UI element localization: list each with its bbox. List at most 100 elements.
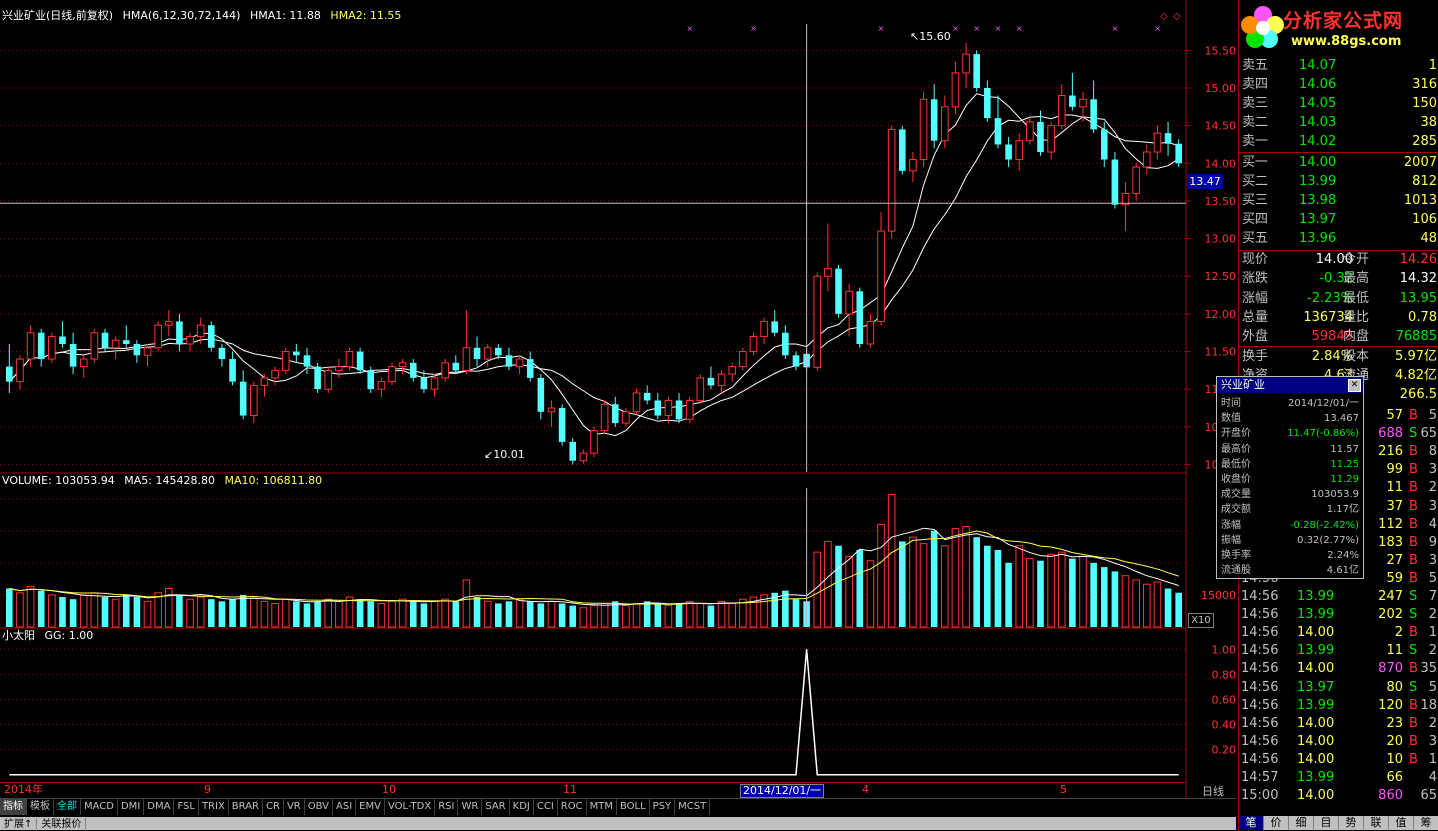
quote-panel-tab[interactable]: 目: [1314, 816, 1339, 830]
volume-bar: [919, 543, 928, 628]
level-volume: 48: [1420, 231, 1437, 246]
candle-body: [792, 355, 800, 367]
logo-url: www.88gs.com: [1291, 34, 1402, 49]
order-book-row[interactable]: 卖一 14.02 285: [1239, 133, 1438, 151]
signal-marker: ×: [1016, 24, 1023, 33]
indicator-tab[interactable]: CR: [263, 799, 284, 815]
order-book-row[interactable]: 买一 14.00 2007: [1239, 154, 1438, 172]
indicator-tab[interactable]: 全部: [54, 799, 81, 815]
candle-body: [271, 369, 279, 379]
tick-count: 3: [1428, 462, 1437, 478]
bottom-tab[interactable]: 扩展↑: [0, 818, 38, 831]
diamond-icon[interactable]: ◇: [1160, 11, 1168, 22]
order-book-row[interactable]: 买二 13.99 812: [1239, 173, 1438, 191]
candle-body: [356, 351, 364, 371]
level-price: 14.06: [1299, 77, 1337, 92]
price-tick-label: 13.50: [1205, 195, 1237, 208]
popup-title-bar[interactable]: 兴业矿业 ✕: [1217, 377, 1363, 393]
indicator-tab[interactable]: CCI: [534, 799, 558, 815]
tick-volume: 870: [1378, 661, 1403, 677]
indicator-tab[interactable]: KDJ: [510, 799, 534, 815]
crosshair-price-tag: 13.47: [1187, 174, 1223, 189]
indicator-tab[interactable]: EMV: [356, 799, 385, 815]
quote-panel-tab[interactable]: 笔: [1239, 816, 1264, 830]
volume-bar: [133, 597, 141, 627]
indicator-tab[interactable]: RSI: [435, 799, 459, 815]
indicator-tab[interactable]: MACD: [81, 799, 118, 815]
order-book-row[interactable]: 卖二 14.03 38: [1239, 114, 1438, 132]
indicator-tab[interactable]: BRAR: [229, 799, 263, 815]
candle-body: [526, 359, 534, 378]
volume-bar: [792, 599, 800, 627]
volume-bar: [239, 594, 247, 627]
tick-row: 14:57 13.99 66 4: [1239, 769, 1438, 787]
date-label: 11: [563, 783, 577, 796]
level-label: 买四: [1242, 212, 1269, 227]
close-icon[interactable]: ✕: [1348, 379, 1361, 392]
volume-bar: [377, 602, 386, 628]
order-book-row[interactable]: 买四 13.97 106: [1239, 211, 1438, 229]
indicator-tab[interactable]: PSY: [650, 799, 676, 815]
indicator-tab[interactable]: VOL-TDX: [385, 799, 436, 815]
order-book-row[interactable]: 卖五 14.07 1: [1239, 57, 1438, 75]
volume-bar: [717, 600, 726, 628]
indicator-tab[interactable]: DMI: [118, 799, 145, 815]
data-window-popup[interactable]: 兴业矿业 ✕ 时间 2014/12/01/一 数值 13.467 开盘价 11.47(-0…: [1216, 376, 1364, 579]
quote-panel-tab[interactable]: 值: [1389, 816, 1414, 830]
order-book-row[interactable]: 买三 13.98 1013: [1239, 192, 1438, 210]
indicator-tab[interactable]: VR: [284, 799, 305, 815]
candle-body: [314, 366, 321, 390]
volume-bar: [271, 602, 279, 628]
indicator-tab[interactable]: ROC: [558, 799, 587, 815]
quote-panel-tab[interactable]: 筹: [1414, 816, 1438, 830]
candle-body: [537, 377, 545, 412]
volume-bar: [293, 601, 300, 627]
quote-panel-tab[interactable]: 细: [1289, 816, 1314, 830]
volume-bar: [388, 600, 396, 628]
order-book-row[interactable]: 卖三 14.05 150: [1239, 95, 1438, 113]
indicator-tab[interactable]: MTM: [587, 799, 617, 815]
indicator-tab[interactable]: TRIX: [199, 799, 229, 815]
popup-value: 2.24%: [1327, 550, 1359, 561]
volume-bar: [930, 530, 938, 627]
volume-bar: [973, 537, 980, 627]
volume-bar: [143, 600, 152, 628]
volume-scale-x10[interactable]: X10: [1188, 613, 1214, 628]
volume-bar: [69, 599, 77, 627]
low-marker-arrow: ↙: [484, 448, 494, 461]
indicator-tab[interactable]: ASI: [333, 799, 357, 815]
tick-volume: 247: [1378, 589, 1403, 604]
indicator-tab[interactable]: 模板: [27, 799, 54, 815]
indicator-tab[interactable]: BOLL: [617, 799, 650, 815]
signal-tick-label: 0.20: [1212, 744, 1237, 757]
quote-panel-tab[interactable]: 联: [1364, 816, 1389, 830]
tick-count: 9: [1428, 534, 1437, 550]
indicator-tab[interactable]: OBV: [305, 799, 333, 815]
candle-body: [1132, 166, 1140, 194]
date-label: 4: [862, 783, 869, 796]
indicator-tab[interactable]: WR: [458, 799, 483, 815]
indicator-tab[interactable]: MCST: [675, 799, 711, 815]
stat-label: 最高: [1343, 271, 1370, 287]
indicator-tab[interactable]: 指标: [0, 799, 27, 815]
quote-panel-tab[interactable]: 价: [1264, 816, 1289, 830]
volume-bar: [600, 602, 609, 628]
period-label[interactable]: 日线: [1190, 783, 1236, 799]
candle-body: [951, 72, 960, 108]
quote-panel-tab[interactable]: 势: [1339, 816, 1364, 830]
stat-label: 换手: [1242, 348, 1269, 364]
candle-body: [760, 320, 768, 337]
signal-marker: ×: [1112, 24, 1119, 33]
indicator-tab[interactable]: FSL: [174, 799, 199, 815]
chart-canvas[interactable]: × × × × × × × × × 15.50 15.00 14.50 14.00 13.50 13.00…: [0, 0, 1238, 798]
candle-body: [1005, 144, 1012, 160]
corner-restore-icon[interactable]: ◇: [1173, 11, 1181, 22]
indicator-tab[interactable]: DMA: [144, 799, 175, 815]
tick-count: 1: [1428, 625, 1437, 641]
order-book-row[interactable]: 买五 13.96 48: [1239, 230, 1438, 248]
order-book-row[interactable]: 卖四 14.06 316: [1239, 76, 1438, 94]
popup-value: 0.32(2.77%): [1297, 534, 1359, 546]
indicator-tab[interactable]: SAR: [482, 799, 510, 815]
candle-body: [547, 407, 556, 413]
bottom-tab[interactable]: 关联报价: [37, 818, 87, 831]
